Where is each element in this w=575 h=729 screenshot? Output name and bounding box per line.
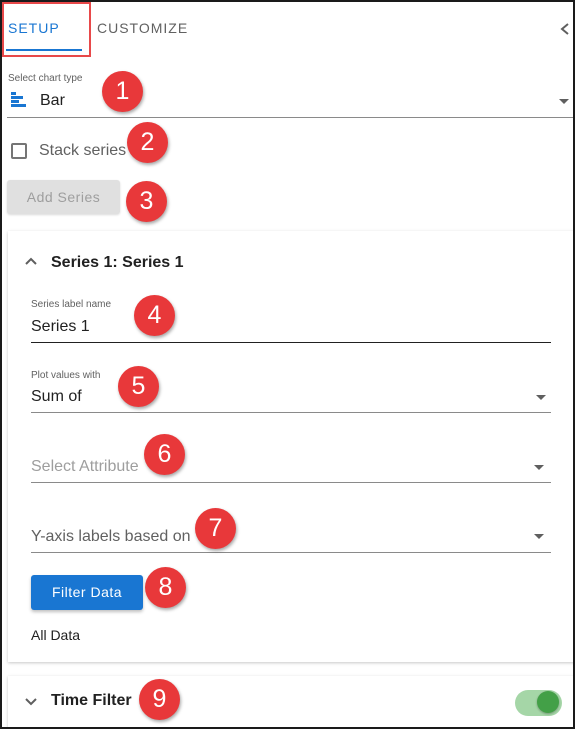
tab-highlight-box bbox=[2, 2, 91, 57]
time-filter-title[interactable]: Time Filter bbox=[51, 692, 132, 710]
series-label-input[interactable]: Series 1 bbox=[31, 318, 90, 336]
stack-series-label[interactable]: Stack series bbox=[39, 142, 126, 160]
attribute-select[interactable]: Select Attribute bbox=[31, 458, 139, 476]
bar-chart-icon bbox=[11, 92, 26, 107]
annotation-badge: 5 bbox=[118, 366, 159, 407]
tab-bar: SETUP CUSTOMIZE bbox=[2, 2, 573, 58]
annotation-badge: 1 bbox=[102, 71, 143, 112]
attribute-underline bbox=[31, 482, 551, 483]
annotation-badge: 3 bbox=[126, 181, 167, 222]
annotation-badge: 2 bbox=[127, 122, 168, 163]
annotation-badge: 4 bbox=[134, 295, 175, 336]
chevron-down-icon[interactable] bbox=[24, 694, 38, 708]
chevron-up-icon[interactable] bbox=[24, 255, 38, 269]
plot-values-select[interactable]: Sum of bbox=[31, 388, 82, 406]
annotation-badge: 8 bbox=[145, 567, 186, 608]
annotation-badge: 7 bbox=[195, 508, 236, 549]
chevron-down-icon[interactable] bbox=[534, 465, 544, 470]
filter-data-button[interactable]: Filter Data bbox=[31, 575, 143, 610]
series-label-name-label: Series label name bbox=[31, 299, 112, 310]
stack-series-checkbox[interactable] bbox=[11, 143, 27, 159]
chart-type-label: Select chart type bbox=[8, 73, 83, 84]
chart-type-select[interactable]: Bar bbox=[40, 92, 65, 110]
y-axis-labels-select[interactable]: Y-axis labels based on bbox=[31, 528, 191, 546]
series-label-underline bbox=[31, 342, 551, 343]
chevron-down-icon[interactable] bbox=[534, 534, 544, 539]
tab-customize[interactable]: CUSTOMIZE bbox=[97, 20, 188, 36]
chart-setup-panel: SETUP CUSTOMIZE Select chart type Bar St… bbox=[0, 0, 575, 729]
add-series-button[interactable]: Add Series bbox=[7, 180, 120, 214]
annotation-badge: 6 bbox=[144, 434, 185, 475]
chevron-down-icon[interactable] bbox=[559, 99, 569, 104]
plot-values-label: Plot values with bbox=[31, 370, 101, 381]
chevron-left-icon[interactable] bbox=[558, 19, 572, 39]
chart-type-underline bbox=[7, 117, 573, 118]
chevron-down-icon[interactable] bbox=[536, 395, 546, 400]
toggle-thumb[interactable] bbox=[537, 691, 559, 713]
series-panel-title[interactable]: Series 1: Series 1 bbox=[51, 254, 184, 272]
annotation-badge: 9 bbox=[139, 679, 180, 720]
y-axis-underline bbox=[31, 552, 551, 553]
filter-status-text: All Data bbox=[31, 627, 81, 643]
plot-values-underline bbox=[31, 412, 551, 413]
